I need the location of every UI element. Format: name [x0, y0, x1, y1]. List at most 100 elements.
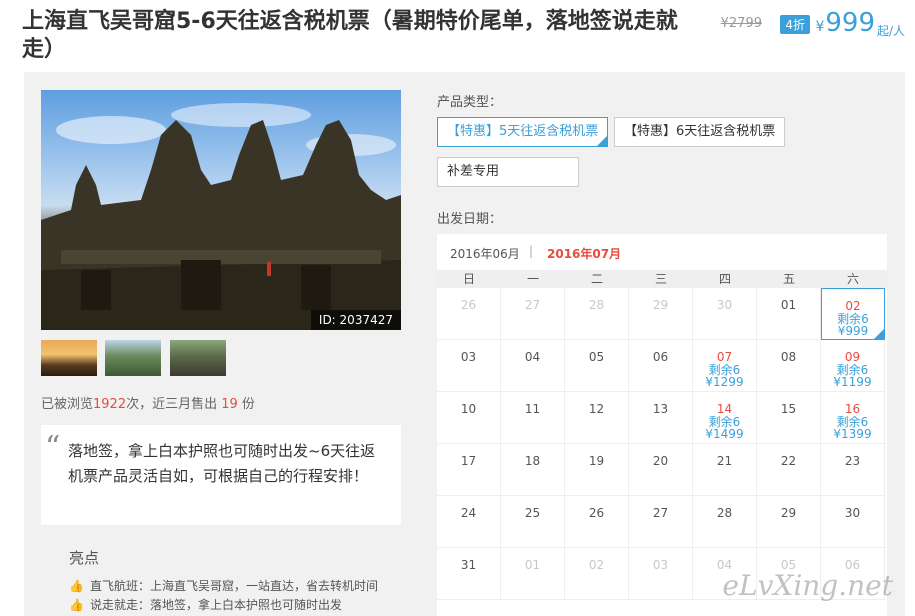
- day-number: 02: [845, 299, 861, 313]
- sold-count: 19: [221, 397, 238, 412]
- calendar-day: 13: [629, 392, 693, 444]
- product-type-label: 产品类型：: [437, 95, 503, 110]
- day-number: 05: [588, 350, 605, 364]
- day-number: 22: [780, 454, 797, 468]
- calendar-day: 31: [437, 548, 501, 600]
- day-number: 26: [460, 298, 477, 312]
- calendar-day: 01: [757, 288, 821, 340]
- calendar-day: 01: [501, 548, 565, 600]
- thumbnail-temple-trees[interactable]: [105, 340, 161, 376]
- calendar-day: 19: [565, 444, 629, 496]
- product-option-5day[interactable]: 【特惠】5天往返含税机票: [437, 117, 609, 147]
- calendar-day: 02: [565, 548, 629, 600]
- day-number: 20: [652, 454, 669, 468]
- image-id-label: ID: 2037427: [310, 310, 401, 330]
- day-number: 11: [524, 402, 541, 416]
- current-month-tab[interactable]: 2016年07月: [547, 245, 621, 262]
- calendar-day: 26: [437, 288, 501, 340]
- weekday-label: 二: [590, 272, 603, 286]
- original-price: ¥2799: [720, 16, 762, 31]
- calendar-day: 28: [693, 496, 757, 548]
- day-number: 30: [716, 298, 733, 312]
- watermark-logo: eLvXing.net: [722, 569, 893, 602]
- currency-symbol: ¥: [815, 19, 825, 35]
- day-number: 14: [716, 402, 733, 416]
- hero-image[interactable]: ID: 2037427: [41, 90, 401, 330]
- weekday-row: 日一二三四五六: [437, 270, 887, 288]
- day-price: ¥1199: [833, 375, 872, 389]
- calendar-day: 03: [629, 548, 693, 600]
- day-price: ¥1499: [705, 427, 744, 441]
- calendar-day: 05: [565, 340, 629, 392]
- weekday-label: 日: [462, 272, 475, 286]
- departure-calendar: 2016年06月 | 2016年07月 日 一 二 三 四 五 六 26 27 28 29 30 01…: [437, 234, 887, 616]
- calendar-day: 26: [565, 496, 629, 548]
- day-number: 30: [844, 506, 861, 520]
- calendar-day: 28: [565, 288, 629, 340]
- calendar-day: 22: [757, 444, 821, 496]
- calendar-day: 30: [821, 496, 885, 548]
- day-number: 19: [588, 454, 605, 468]
- calendar-day: 21: [693, 444, 757, 496]
- weekday-label: 四: [718, 272, 731, 286]
- views-count: 1922: [93, 397, 127, 412]
- day-number: 28: [716, 506, 733, 520]
- day-number: 04: [524, 350, 541, 364]
- calendar-day-available[interactable]: 16 剩余6 ¥1399: [821, 392, 885, 444]
- calendar-day: 23: [821, 444, 885, 496]
- day-number: 09: [844, 350, 861, 364]
- calendar-day: 27: [501, 288, 565, 340]
- product-description: “ 落地签，拿上白本护照也可随时出发~6天往返机票产品灵活自如，可根据自己的行程…: [41, 425, 401, 525]
- current-price: ¥999: [815, 8, 875, 38]
- highlight-item: 👍 直飞航班：上海直飞吴哥窟，一站直达，省去转机时间: [69, 577, 378, 594]
- thumbnail-sunset[interactable]: [41, 340, 97, 376]
- day-number: 03: [652, 558, 669, 572]
- day-number: 17: [460, 454, 477, 468]
- calendar-day: 03: [437, 340, 501, 392]
- calendar-day: 29: [757, 496, 821, 548]
- departure-date-label: 出发日期：: [437, 212, 503, 227]
- price-suffix: 起/人: [876, 24, 905, 38]
- calendar-day: 08: [757, 340, 821, 392]
- day-number: 08: [780, 350, 797, 364]
- calendar-day: 17: [437, 444, 501, 496]
- quote-mark-icon: “: [45, 430, 61, 465]
- day-number: 18: [524, 454, 541, 468]
- calendar-day: 29: [629, 288, 693, 340]
- day-number: 01: [780, 298, 797, 312]
- thumbnail-ruins[interactable]: [170, 340, 226, 376]
- day-number: 25: [524, 506, 541, 520]
- calendar-day: 30: [693, 288, 757, 340]
- product-option-supplement[interactable]: 补差专用: [437, 157, 579, 187]
- calendar-day: 20: [629, 444, 693, 496]
- calendar-day-available[interactable]: 07 剩余6 ¥1299: [693, 340, 757, 392]
- day-number: 31: [460, 558, 477, 572]
- day-number: 01: [524, 558, 541, 572]
- day-number: 21: [716, 454, 733, 468]
- day-number: 16: [844, 402, 861, 416]
- day-price: ¥999: [837, 324, 869, 338]
- day-number: 27: [652, 506, 669, 520]
- price-value: 999: [825, 8, 875, 38]
- calendar-day-available[interactable]: 14 剩余6 ¥1499: [693, 392, 757, 444]
- product-panel: ID: 2037427 已被浏览1922次，近三月售出 19 份 “ 落地签，拿…: [24, 72, 905, 616]
- calendar-day: 18: [501, 444, 565, 496]
- day-price: ¥1299: [705, 375, 744, 389]
- weekday-label: 三: [654, 272, 667, 286]
- calendar-day-available[interactable]: 02 剩余6 ¥999: [821, 288, 885, 340]
- weekday-label: 一: [526, 272, 539, 286]
- calendar-day-available[interactable]: 09 剩余6 ¥1199: [821, 340, 885, 392]
- day-number: 15: [780, 402, 797, 416]
- prev-month-tab[interactable]: 2016年06月: [450, 245, 520, 262]
- calendar-header: 2016年06月 | 2016年07月: [437, 234, 887, 270]
- highlight-text: 直飞航班：上海直飞吴哥窟，一站直达，省去转机时间: [89, 579, 378, 593]
- day-number: 29: [652, 298, 669, 312]
- calendar-day: 12: [565, 392, 629, 444]
- temple-illustration: [41, 103, 401, 330]
- description-text: 落地签，拿上白本护照也可随时出发~6天往返机票产品灵活自如，可根据自己的行程安排…: [68, 442, 376, 485]
- calendar-day: 11: [501, 392, 565, 444]
- product-option-6day[interactable]: 【特惠】6天往返含税机票: [614, 117, 786, 147]
- calendar-day: 15: [757, 392, 821, 444]
- sold-suffix: 份: [237, 397, 255, 412]
- day-number: 13: [652, 402, 669, 416]
